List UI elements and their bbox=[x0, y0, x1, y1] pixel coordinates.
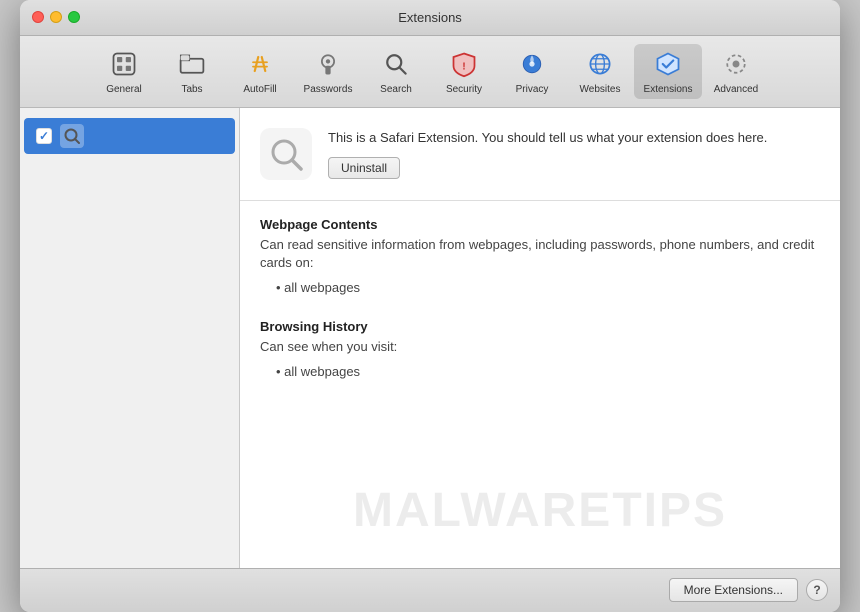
security-icon: ! bbox=[448, 48, 480, 80]
toolbar-item-advanced[interactable]: Advanced bbox=[702, 44, 770, 99]
websites-label: Websites bbox=[580, 84, 621, 95]
tabs-label: Tabs bbox=[181, 84, 202, 95]
search-label: Search bbox=[380, 84, 412, 95]
websites-icon bbox=[584, 48, 616, 80]
toolbar-item-privacy[interactable]: Privacy bbox=[498, 44, 566, 99]
passwords-icon bbox=[312, 48, 344, 80]
search-toolbar-icon bbox=[380, 48, 412, 80]
toolbar-item-autofill[interactable]: AutoFill bbox=[226, 44, 294, 99]
maximize-button[interactable] bbox=[68, 11, 80, 23]
close-button[interactable] bbox=[32, 11, 44, 23]
detail-panel: MALWARETIPS This is a Safari Extension. … bbox=[240, 108, 840, 568]
detail-content: This is a Safari Extension. You should t… bbox=[240, 108, 840, 420]
security-label: Security bbox=[446, 84, 482, 95]
general-label: General bbox=[106, 84, 142, 95]
bottom-bar: More Extensions... ? bbox=[20, 568, 840, 612]
traffic-lights bbox=[32, 11, 80, 23]
permission-item-history-0: • all webpages bbox=[276, 360, 820, 383]
safari-preferences-window: Extensions General bbox=[20, 0, 840, 612]
autofill-icon bbox=[244, 48, 276, 80]
tabs-icon bbox=[176, 48, 208, 80]
watermark: MALWARETIPS bbox=[353, 483, 727, 538]
uninstall-button[interactable]: Uninstall bbox=[328, 157, 400, 179]
window-title: Extensions bbox=[398, 10, 462, 25]
privacy-icon bbox=[516, 48, 548, 80]
extensions-label: Extensions bbox=[644, 84, 693, 95]
toolbar-item-security[interactable]: ! Security bbox=[430, 44, 498, 99]
sidebar-item-search-ext[interactable]: ✓ bbox=[24, 118, 235, 154]
permission-group-history: Browsing History Can see when you visit:… bbox=[260, 319, 820, 384]
passwords-label: Passwords bbox=[304, 84, 353, 95]
permission-title-history: Browsing History bbox=[260, 319, 820, 334]
toolbar-item-tabs[interactable]: Tabs bbox=[158, 44, 226, 99]
extension-checkbox[interactable]: ✓ bbox=[36, 128, 52, 144]
toolbar-item-extensions[interactable]: Extensions bbox=[634, 44, 702, 99]
check-icon: ✓ bbox=[39, 129, 49, 143]
main-content: ✓ MALWARETIPS bbox=[20, 108, 840, 568]
svg-text:!: ! bbox=[462, 60, 466, 72]
privacy-label: Privacy bbox=[516, 84, 549, 95]
toolbar-item-general[interactable]: General bbox=[90, 44, 158, 99]
general-icon bbox=[108, 48, 140, 80]
permission-desc-webpage: Can read sensitive information from webp… bbox=[260, 236, 820, 272]
more-extensions-button[interactable]: More Extensions... bbox=[669, 578, 798, 602]
extension-header: This is a Safari Extension. You should t… bbox=[240, 108, 840, 201]
extension-icon bbox=[260, 128, 312, 180]
title-bar: Extensions bbox=[20, 0, 840, 36]
permissions-section: Webpage Contents Can read sensitive info… bbox=[240, 201, 840, 420]
permission-title-webpage: Webpage Contents bbox=[260, 217, 820, 232]
advanced-icon bbox=[720, 48, 752, 80]
permission-item-webpage-0: • all webpages bbox=[276, 276, 820, 299]
extension-description: This is a Safari Extension. You should t… bbox=[328, 128, 820, 148]
minimize-button[interactable] bbox=[50, 11, 62, 23]
toolbar-item-search[interactable]: Search bbox=[362, 44, 430, 99]
toolbar: General Tabs Au bbox=[20, 36, 840, 108]
extensions-icon bbox=[652, 48, 684, 80]
extension-info: This is a Safari Extension. You should t… bbox=[328, 128, 820, 180]
help-button[interactable]: ? bbox=[806, 579, 828, 601]
permission-desc-history: Can see when you visit: bbox=[260, 338, 820, 356]
toolbar-item-websites[interactable]: Websites bbox=[566, 44, 634, 99]
sidebar: ✓ bbox=[20, 108, 240, 568]
advanced-label: Advanced bbox=[714, 84, 758, 95]
permission-group-webpage: Webpage Contents Can read sensitive info… bbox=[260, 217, 820, 300]
extension-sidebar-icon bbox=[60, 124, 84, 148]
toolbar-item-passwords[interactable]: Passwords bbox=[294, 44, 362, 99]
autofill-label: AutoFill bbox=[243, 84, 276, 95]
